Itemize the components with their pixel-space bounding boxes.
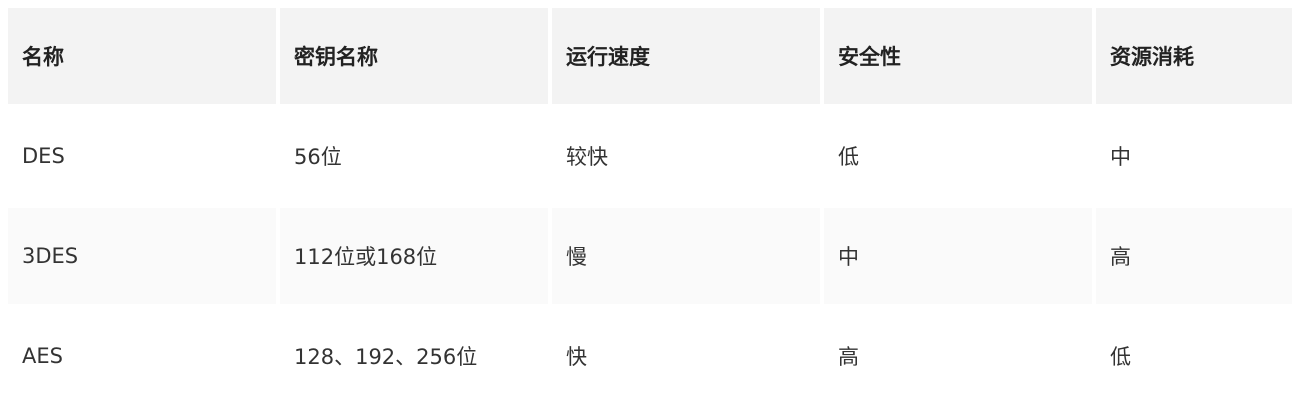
cell-security: 低 xyxy=(824,108,1092,204)
table-row: 3DES 112位或168位 慢 中 高 xyxy=(8,208,1292,304)
cell-resource: 中 xyxy=(1096,108,1292,204)
header-resource: 资源消耗 xyxy=(1096,8,1292,104)
cell-key-name: 112位或168位 xyxy=(280,208,548,304)
table-row: AES 128、192、256位 快 高 低 xyxy=(8,308,1292,404)
encryption-comparison-table: 名称 密钥名称 运行速度 安全性 资源消耗 DES 56位 较快 低 中 3DE… xyxy=(4,4,1292,408)
cell-security: 高 xyxy=(824,308,1092,404)
table-header: 名称 密钥名称 运行速度 安全性 资源消耗 xyxy=(8,8,1292,104)
cell-security: 中 xyxy=(824,208,1092,304)
header-security: 安全性 xyxy=(824,8,1092,104)
table-row: DES 56位 较快 低 中 xyxy=(8,108,1292,204)
cell-name: DES xyxy=(8,108,276,204)
header-name: 名称 xyxy=(8,8,276,104)
cell-key-name: 128、192、256位 xyxy=(280,308,548,404)
cell-key-name: 56位 xyxy=(280,108,548,204)
cell-resource: 高 xyxy=(1096,208,1292,304)
cell-resource: 低 xyxy=(1096,308,1292,404)
cell-speed: 快 xyxy=(552,308,820,404)
header-row: 名称 密钥名称 运行速度 安全性 资源消耗 xyxy=(8,8,1292,104)
comparison-table-container: 名称 密钥名称 运行速度 安全性 资源消耗 DES 56位 较快 低 中 3DE… xyxy=(8,8,1292,404)
cell-name: AES xyxy=(8,308,276,404)
cell-speed: 较快 xyxy=(552,108,820,204)
cell-speed: 慢 xyxy=(552,208,820,304)
header-key-name: 密钥名称 xyxy=(280,8,548,104)
cell-name: 3DES xyxy=(8,208,276,304)
header-speed: 运行速度 xyxy=(552,8,820,104)
table-body: DES 56位 较快 低 中 3DES 112位或168位 慢 中 高 AES … xyxy=(8,108,1292,404)
